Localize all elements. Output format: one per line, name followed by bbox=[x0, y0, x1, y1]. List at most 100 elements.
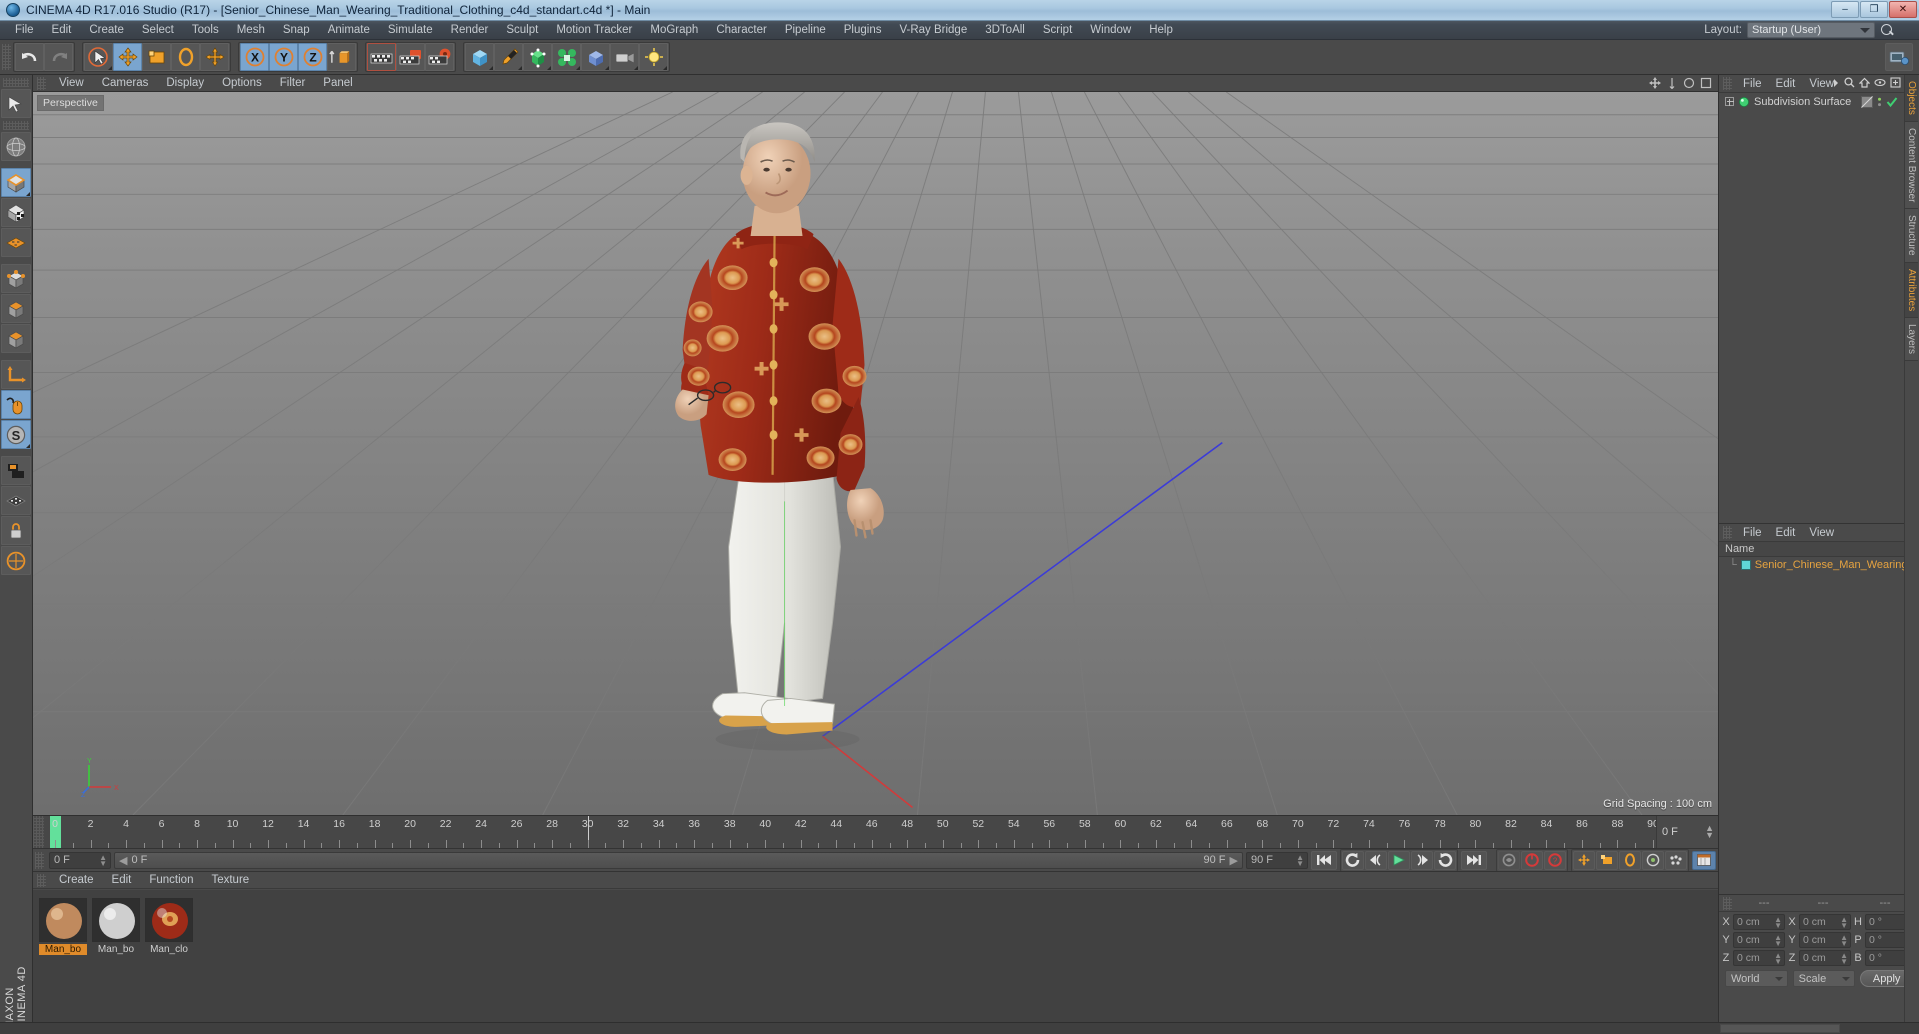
deformer-icon[interactable] bbox=[552, 43, 581, 71]
material-menu-texture[interactable]: Texture bbox=[202, 872, 258, 889]
menu-item-file[interactable]: File bbox=[6, 21, 43, 40]
material-swatch-area[interactable]: Man_bo Man_bo Man_clo bbox=[33, 890, 1718, 1034]
next-frame-icon[interactable] bbox=[1411, 850, 1433, 870]
coordinates-grip[interactable] bbox=[1723, 896, 1732, 910]
viewport-menu-panel[interactable]: Panel bbox=[314, 75, 361, 92]
menu-item-sculpt[interactable]: Sculpt bbox=[497, 21, 547, 40]
check-icon[interactable] bbox=[1886, 96, 1898, 108]
minimize-button[interactable]: – bbox=[1831, 1, 1859, 18]
material-thumbnail[interactable] bbox=[39, 898, 87, 942]
spinner-icon[interactable]: ▲▼ bbox=[1840, 951, 1848, 965]
record-active-objects-icon[interactable] bbox=[1521, 850, 1543, 870]
object-menu-grip[interactable] bbox=[1723, 77, 1732, 90]
attribute-menu-file[interactable]: File bbox=[1736, 524, 1769, 542]
spinner-icon[interactable]: ▲▼ bbox=[1774, 915, 1782, 929]
rotation-key-icon[interactable] bbox=[1619, 850, 1641, 870]
menu-item-window[interactable]: Window bbox=[1081, 21, 1140, 40]
cube-primitive-icon[interactable] bbox=[465, 43, 494, 71]
animbar-grip[interactable] bbox=[35, 851, 44, 869]
texture-mode-icon[interactable] bbox=[1, 198, 31, 227]
autokey-icon[interactable] bbox=[1498, 850, 1520, 870]
search-icon[interactable] bbox=[1844, 77, 1855, 88]
menu-item-vray-bridge[interactable]: V-Ray Bridge bbox=[890, 21, 976, 40]
spinner-icon[interactable]: ▲▼ bbox=[1840, 915, 1848, 929]
scale-icon[interactable] bbox=[142, 43, 171, 71]
viewport-menu-display[interactable]: Display bbox=[157, 75, 213, 92]
undo-icon[interactable] bbox=[15, 43, 44, 71]
tab-objects[interactable]: Objects bbox=[1905, 75, 1918, 122]
character-model[interactable] bbox=[33, 92, 1718, 815]
rotate-icon[interactable] bbox=[171, 43, 200, 71]
lock-icon[interactable] bbox=[1, 516, 31, 545]
menu-item-render[interactable]: Render bbox=[442, 21, 498, 40]
render-settings-icon[interactable] bbox=[425, 43, 454, 71]
render-queue-icon[interactable] bbox=[1885, 43, 1913, 71]
menu-item-mograph[interactable]: MoGraph bbox=[641, 21, 707, 40]
menu-item-help[interactable]: Help bbox=[1140, 21, 1182, 40]
timeline-frame-field[interactable]: 0 F ▲ ▼ bbox=[1656, 816, 1718, 848]
texture-axis-icon[interactable] bbox=[1, 228, 31, 257]
left-toolbar-grip-2[interactable] bbox=[3, 121, 29, 130]
object-menu-edit[interactable]: Edit bbox=[1769, 75, 1803, 93]
viewport-maximize-icon[interactable] bbox=[1700, 77, 1712, 89]
menu-item-3dtoall[interactable]: 3DToAll bbox=[976, 21, 1034, 40]
axis-y-icon[interactable]: Y bbox=[269, 43, 298, 71]
light-icon[interactable] bbox=[639, 43, 668, 71]
camera-icon[interactable] bbox=[610, 43, 639, 71]
timeline-grip[interactable] bbox=[33, 816, 44, 848]
polygons-mode-icon[interactable] bbox=[1, 324, 31, 353]
home-icon[interactable] bbox=[1859, 77, 1870, 88]
viewport-menu-view[interactable]: View bbox=[50, 75, 93, 92]
spinner-icon[interactable]: ▲▼ bbox=[1840, 933, 1848, 947]
position-key-icon[interactable] bbox=[1573, 850, 1595, 870]
menu-item-script[interactable]: Script bbox=[1034, 21, 1081, 40]
close-button[interactable]: ✕ bbox=[1889, 1, 1917, 18]
coord-input-size-y[interactable]: 0 cm ▲ ▼ bbox=[1799, 931, 1851, 948]
menu-item-motion-tracker[interactable]: Motion Tracker bbox=[547, 21, 641, 40]
current-frame-input[interactable]: 0 F ▲ ▼ bbox=[49, 851, 111, 869]
live-selection-icon[interactable] bbox=[1, 89, 31, 118]
object-menu-file[interactable]: File bbox=[1736, 75, 1769, 93]
material-item[interactable]: Man_clo bbox=[145, 898, 193, 1026]
maximize-button[interactable]: ❐ bbox=[1860, 1, 1888, 18]
coord-input-size-x[interactable]: 0 cm ▲ ▼ bbox=[1799, 913, 1851, 930]
axis-z-icon[interactable]: Z bbox=[298, 43, 327, 71]
expand-icon[interactable] bbox=[1725, 97, 1734, 106]
spinner-icon[interactable]: ▲▼ bbox=[99, 853, 107, 867]
timeline-icon[interactable] bbox=[1692, 850, 1716, 870]
viewport-menu-grip[interactable] bbox=[37, 76, 46, 90]
material-menu-function[interactable]: Function bbox=[140, 872, 202, 889]
viewport-menu-options[interactable]: Options bbox=[213, 75, 271, 92]
pen-spline-icon[interactable] bbox=[494, 43, 523, 71]
play-reverse-icon[interactable] bbox=[1434, 850, 1456, 870]
tab-structure[interactable]: Structure bbox=[1905, 209, 1918, 263]
material-thumbnail[interactable] bbox=[145, 898, 193, 942]
play-forward-icon[interactable] bbox=[1388, 850, 1410, 870]
spinner-icon[interactable]: ▲▼ bbox=[1705, 824, 1714, 840]
material-item[interactable]: Man_bo bbox=[92, 898, 140, 1026]
move-icon[interactable] bbox=[113, 43, 142, 71]
scene-icon[interactable] bbox=[581, 43, 610, 71]
parameter-key-icon[interactable] bbox=[1642, 850, 1664, 870]
menu-item-create[interactable]: Create bbox=[80, 21, 133, 40]
viewport-zoom-icon[interactable] bbox=[1666, 77, 1678, 89]
menu-item-animate[interactable]: Animate bbox=[319, 21, 379, 40]
menu-item-character[interactable]: Character bbox=[707, 21, 776, 40]
magnet-icon[interactable] bbox=[1, 456, 31, 485]
enable-axis-icon[interactable] bbox=[1, 390, 31, 419]
search-icon[interactable] bbox=[1880, 23, 1895, 38]
tab-content-browser[interactable]: Content Browser bbox=[1905, 121, 1918, 210]
eye-icon[interactable] bbox=[1874, 78, 1886, 87]
layout-dropdown[interactable]: Startup (User) bbox=[1747, 22, 1875, 38]
menu-item-select[interactable]: Select bbox=[133, 21, 183, 40]
viewport-3d[interactable]: Perspective Grid Spacing : 100 cm Y X Z bbox=[33, 92, 1718, 815]
redo-icon[interactable] bbox=[44, 43, 73, 71]
edges-mode-icon[interactable] bbox=[1, 294, 31, 323]
spinner-icon[interactable]: ▲▼ bbox=[1774, 933, 1782, 947]
point-level-anim-icon[interactable] bbox=[1665, 850, 1687, 870]
menu-item-simulate[interactable]: Simulate bbox=[379, 21, 442, 40]
scale-key-icon[interactable] bbox=[1596, 850, 1618, 870]
coord-input-size-z[interactable]: 0 cm ▲ ▼ bbox=[1799, 949, 1851, 966]
viewport-move-icon[interactable] bbox=[1649, 77, 1661, 89]
more-arrow-icon[interactable] bbox=[1832, 78, 1840, 88]
